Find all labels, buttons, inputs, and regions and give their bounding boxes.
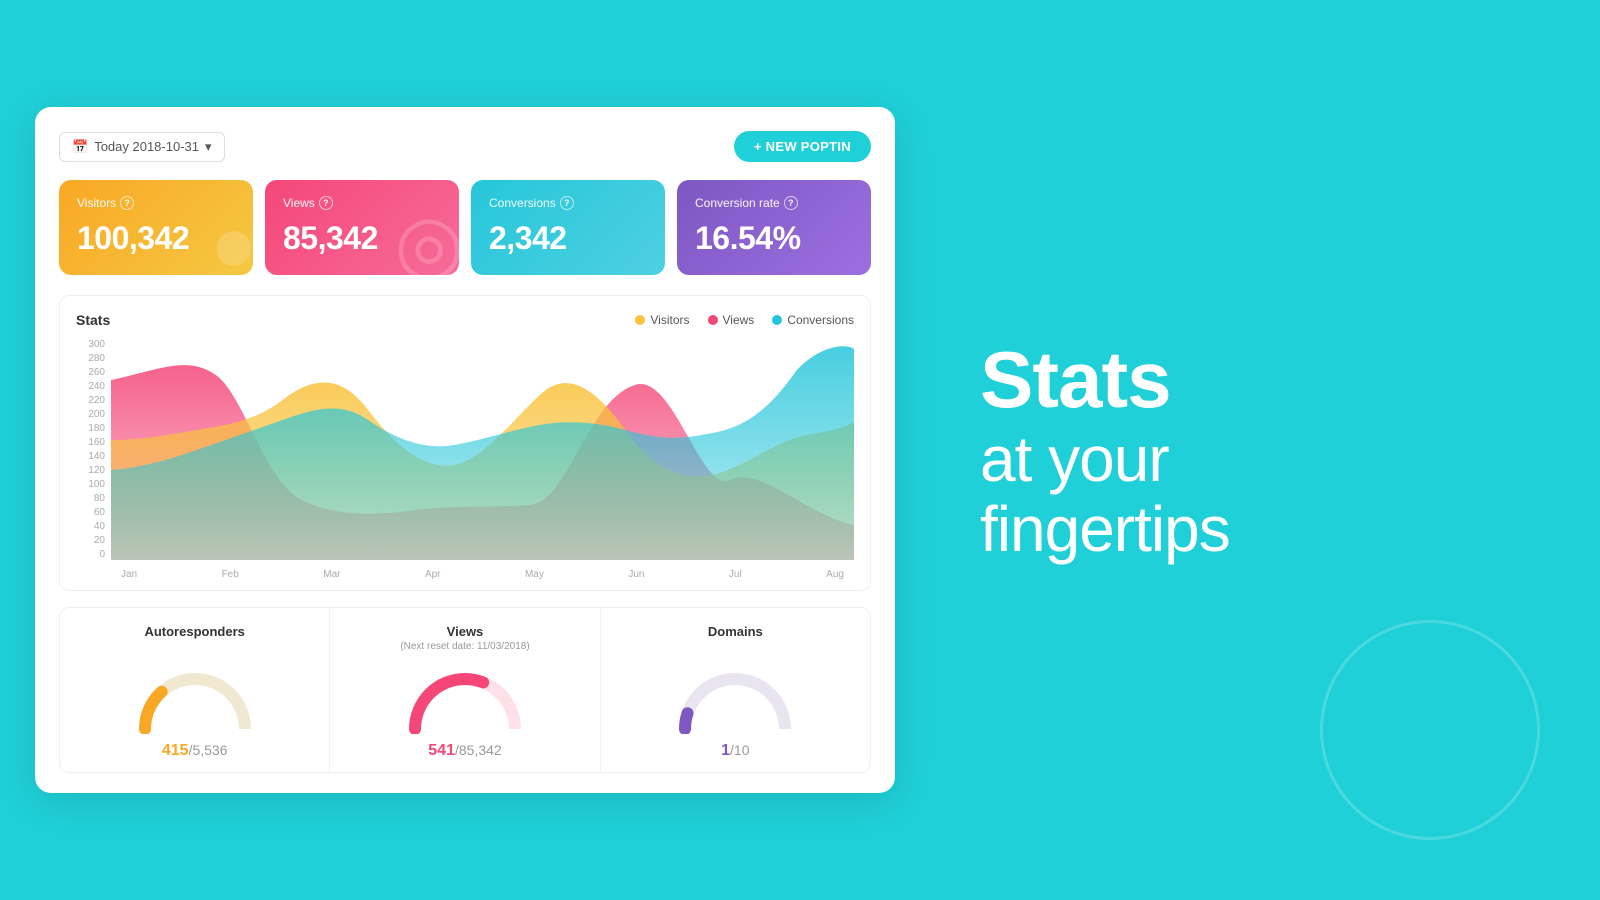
autoresponders-title: Autoresponders <box>72 624 317 639</box>
views-gauge-subtitle: (Next reset date: 11/03/2018) <box>342 641 587 652</box>
chart-svg <box>111 340 854 560</box>
chevron-down-icon: ▾ <box>205 139 212 155</box>
stat-cards-row: Visitors ? 100,342 Views ? 85,342 Conver… <box>59 180 871 275</box>
new-poptin-button[interactable]: + NEW POPTIN <box>734 131 871 162</box>
visitors-info-icon[interactable]: ? <box>120 196 134 210</box>
hero-line1: Stats <box>980 336 1550 424</box>
domains-gauge: Domains 1/10 <box>601 608 870 772</box>
autoresponders-gauge-wrapper <box>72 664 317 734</box>
legend-dot-views <box>708 315 718 325</box>
header-row: 📅 Today 2018-10-31 ▾ + NEW POPTIN <box>59 131 871 162</box>
autoresponders-current: 415 <box>162 742 189 759</box>
domains-gauge-wrapper <box>613 664 858 734</box>
chart-legend: Visitors Views Conversions <box>635 313 854 327</box>
dashboard-card: 📅 Today 2018-10-31 ▾ + NEW POPTIN Visito… <box>35 107 895 793</box>
views-gauge-wrapper <box>342 664 587 734</box>
views-gauge: Views (Next reset date: 11/03/2018) 541/… <box>330 608 600 772</box>
views-card: Views ? 85,342 <box>265 180 459 275</box>
chart-title: Stats <box>76 312 110 328</box>
right-panel: Stats at your fingertips <box>930 296 1600 605</box>
views-gauge-value: 541/85,342 <box>342 742 587 760</box>
conversions-card: Conversions ? 2,342 <box>471 180 665 275</box>
conversions-label: Conversions ? <box>489 196 647 210</box>
views-label: Views ? <box>283 196 441 210</box>
domains-current: 1 <box>721 742 730 759</box>
decorative-circle <box>1320 620 1540 840</box>
autoresponders-value: 415/5,536 <box>72 742 317 760</box>
chart-container: Stats Visitors Views Conversions <box>59 295 871 591</box>
hero-line2: at your <box>980 424 1550 494</box>
calendar-icon: 📅 <box>72 139 88 155</box>
visitors-label: Visitors ? <box>77 196 235 210</box>
visitors-card: Visitors ? 100,342 <box>59 180 253 275</box>
conv-rate-card: Conversion rate ? 16.54% <box>677 180 871 275</box>
chart-header: Stats Visitors Views Conversions <box>76 312 854 328</box>
legend-views: Views <box>708 313 755 327</box>
autoresponders-gauge: Autoresponders 415/5,536 <box>60 608 330 772</box>
domains-subtitle <box>613 641 858 652</box>
views-gauge-title: Views <box>342 624 587 639</box>
gauges-row: Autoresponders 415/5,536 Views (Next res… <box>59 607 871 773</box>
x-axis: Jan Feb Mar Apr May Jun Jul Aug <box>111 569 854 580</box>
legend-label-conversions: Conversions <box>787 313 854 327</box>
hero-line3: fingertips <box>980 494 1550 564</box>
y-axis: 300 280 260 240 220 200 180 160 140 120 … <box>76 340 111 560</box>
chart-area: 300 280 260 240 220 200 180 160 140 120 … <box>76 340 854 580</box>
legend-label-views: Views <box>723 313 755 327</box>
autoresponders-subtitle <box>72 641 317 652</box>
legend-visitors: Visitors <box>635 313 689 327</box>
conv-rate-info-icon[interactable]: ? <box>784 196 798 210</box>
views-value: 85,342 <box>283 220 441 257</box>
conv-rate-label: Conversion rate ? <box>695 196 853 210</box>
legend-dot-visitors <box>635 315 645 325</box>
views-info-icon[interactable]: ? <box>319 196 333 210</box>
conversions-value: 2,342 <box>489 220 647 257</box>
hero-text: Stats at your fingertips <box>980 336 1550 565</box>
domains-value: 1/10 <box>613 742 858 760</box>
conversions-info-icon[interactable]: ? <box>560 196 574 210</box>
legend-dot-conversions <box>772 315 782 325</box>
visitors-value: 100,342 <box>77 220 235 257</box>
legend-label-visitors: Visitors <box>650 313 689 327</box>
date-picker-button[interactable]: 📅 Today 2018-10-31 ▾ <box>59 132 225 162</box>
date-label: Today 2018-10-31 <box>94 139 199 154</box>
conv-rate-value: 16.54% <box>695 220 853 257</box>
legend-conversions: Conversions <box>772 313 854 327</box>
views-gauge-current: 541 <box>428 742 455 759</box>
domains-title: Domains <box>613 624 858 639</box>
conversions-area <box>111 346 854 560</box>
